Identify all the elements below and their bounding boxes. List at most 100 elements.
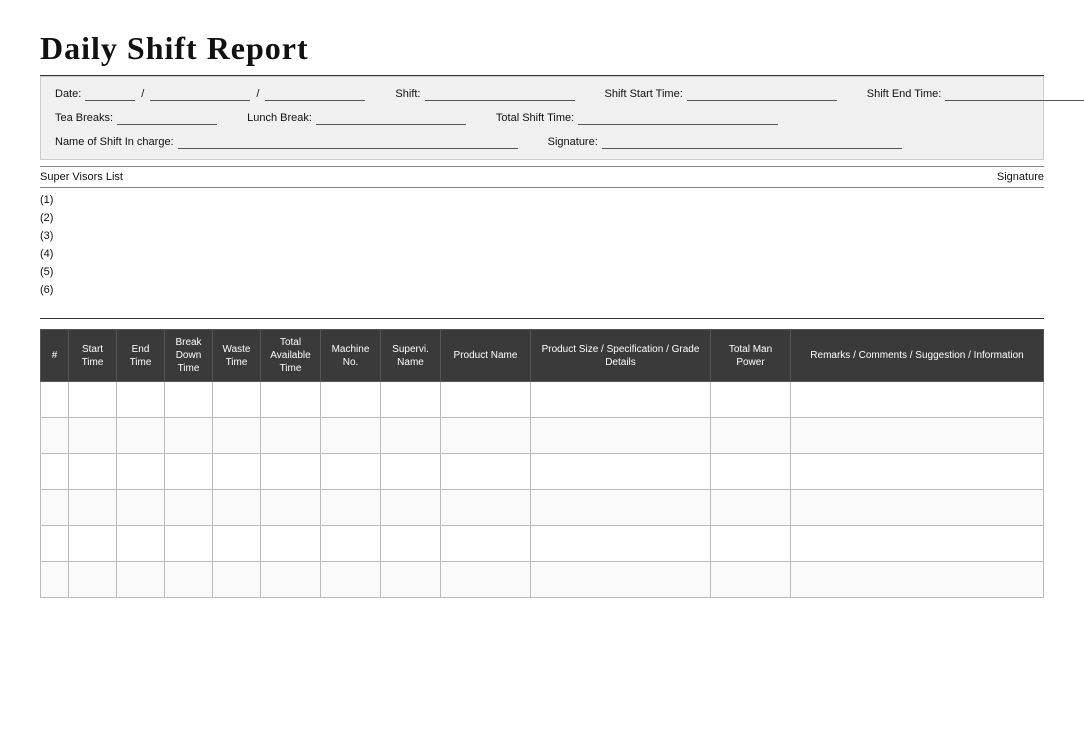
col-header-machine: Machine No. (321, 330, 381, 382)
table-cell (117, 526, 165, 562)
total-shift-label: Total Shift Time: (496, 112, 574, 124)
signature-field: Signature: (548, 135, 902, 149)
table-cell (441, 418, 531, 454)
table-cell (117, 454, 165, 490)
table-cell (711, 454, 791, 490)
date-day-line (85, 87, 135, 101)
table-cell (261, 454, 321, 490)
supervisors-list-label: Super Visors List (40, 171, 123, 183)
table-cell (531, 526, 711, 562)
tea-breaks-field: Tea Breaks: (55, 111, 217, 125)
table-cell (321, 382, 381, 418)
table-cell (165, 382, 213, 418)
tea-breaks-value-line (117, 111, 217, 125)
table-cell (165, 490, 213, 526)
table-cell (791, 562, 1044, 598)
shift-incharge-value-line (178, 135, 518, 149)
date-year-line (265, 87, 365, 101)
table-cell (213, 454, 261, 490)
table-cell (41, 418, 69, 454)
total-shift-field: Total Shift Time: (496, 111, 778, 125)
data-table-wrapper: # Start Time End Time Break Down Time Wa… (40, 329, 1044, 598)
table-cell (41, 526, 69, 562)
col-header-supervi: Supervi. Name (381, 330, 441, 382)
list-item: (4) (40, 248, 1044, 260)
table-row (41, 418, 1044, 454)
info-row-1: Date: / / Shift: Shift Start Time: Shift… (55, 87, 1029, 101)
table-cell (213, 418, 261, 454)
list-item: (5) (40, 266, 1044, 278)
lunch-break-field: Lunch Break: (247, 111, 466, 125)
table-cell (321, 454, 381, 490)
table-cell (531, 562, 711, 598)
table-cell (165, 418, 213, 454)
col-header-total-man: Total Man Power (711, 330, 791, 382)
shift-end-label: Shift End Time: (867, 88, 942, 100)
shift-label: Shift: (395, 88, 420, 100)
list-item: (1) (40, 194, 1044, 206)
table-cell (531, 454, 711, 490)
shift-incharge-field: Name of Shift In charge: (55, 135, 518, 149)
signature-label: Signature: (548, 136, 598, 148)
col-header-start-time: Start Time (69, 330, 117, 382)
col-header-remarks: Remarks / Comments / Suggestion / Inform… (791, 330, 1044, 382)
list-item: (3) (40, 230, 1044, 242)
table-cell (381, 490, 441, 526)
table-cell (711, 418, 791, 454)
table-cell (165, 562, 213, 598)
table-cell (791, 454, 1044, 490)
table-cell (531, 418, 711, 454)
table-cell (165, 526, 213, 562)
supervisors-list: (1) (2) (3) (4) (5) (6) (40, 188, 1044, 308)
lunch-break-value-line (316, 111, 466, 125)
table-cell (711, 490, 791, 526)
table-header-row: # Start Time End Time Break Down Time Wa… (41, 330, 1044, 382)
shift-start-label: Shift Start Time: (605, 88, 683, 100)
table-cell (41, 454, 69, 490)
supervisors-section: Super Visors List Signature (1) (2) (3) … (40, 166, 1044, 308)
table-cell (321, 526, 381, 562)
col-header-total-avail: Total Available Time (261, 330, 321, 382)
table-cell (69, 490, 117, 526)
supervisors-signature-label: Signature (997, 171, 1044, 183)
table-cell (213, 526, 261, 562)
total-shift-value-line (578, 111, 778, 125)
table-cell (791, 382, 1044, 418)
col-header-product-size: Product Size / Specification / Grade Det… (531, 330, 711, 382)
table-row (41, 454, 1044, 490)
col-header-hash: # (41, 330, 69, 382)
col-header-waste: Waste Time (213, 330, 261, 382)
date-month-line (150, 87, 250, 101)
table-row (41, 382, 1044, 418)
date-field: Date: / / (55, 87, 365, 101)
table-cell (381, 454, 441, 490)
info-row-3: Name of Shift In charge: Signature: (55, 135, 1029, 149)
table-cell (381, 382, 441, 418)
table-cell (441, 562, 531, 598)
table-cell (69, 382, 117, 418)
table-row (41, 490, 1044, 526)
table-cell (791, 490, 1044, 526)
lunch-break-label: Lunch Break: (247, 112, 312, 124)
table-cell (117, 418, 165, 454)
table-cell (531, 490, 711, 526)
col-header-breakdown: Break Down Time (165, 330, 213, 382)
col-header-product-name: Product Name (441, 330, 531, 382)
table-cell (321, 418, 381, 454)
table-cell (791, 526, 1044, 562)
table-cell (711, 526, 791, 562)
supervisors-header: Super Visors List Signature (40, 166, 1044, 188)
table-cell (711, 382, 791, 418)
date-sep2: / (256, 88, 259, 100)
shift-end-field: Shift End Time: (867, 87, 1084, 101)
table-cell (41, 382, 69, 418)
table-cell (69, 418, 117, 454)
info-row-2: Tea Breaks: Lunch Break: Total Shift Tim… (55, 111, 1029, 125)
table-cell (261, 526, 321, 562)
table-cell (117, 382, 165, 418)
table-cell (261, 562, 321, 598)
info-section: Date: / / Shift: Shift Start Time: Shift… (40, 76, 1044, 160)
list-item: (2) (40, 212, 1044, 224)
table-cell (213, 562, 261, 598)
table-cell (41, 562, 69, 598)
